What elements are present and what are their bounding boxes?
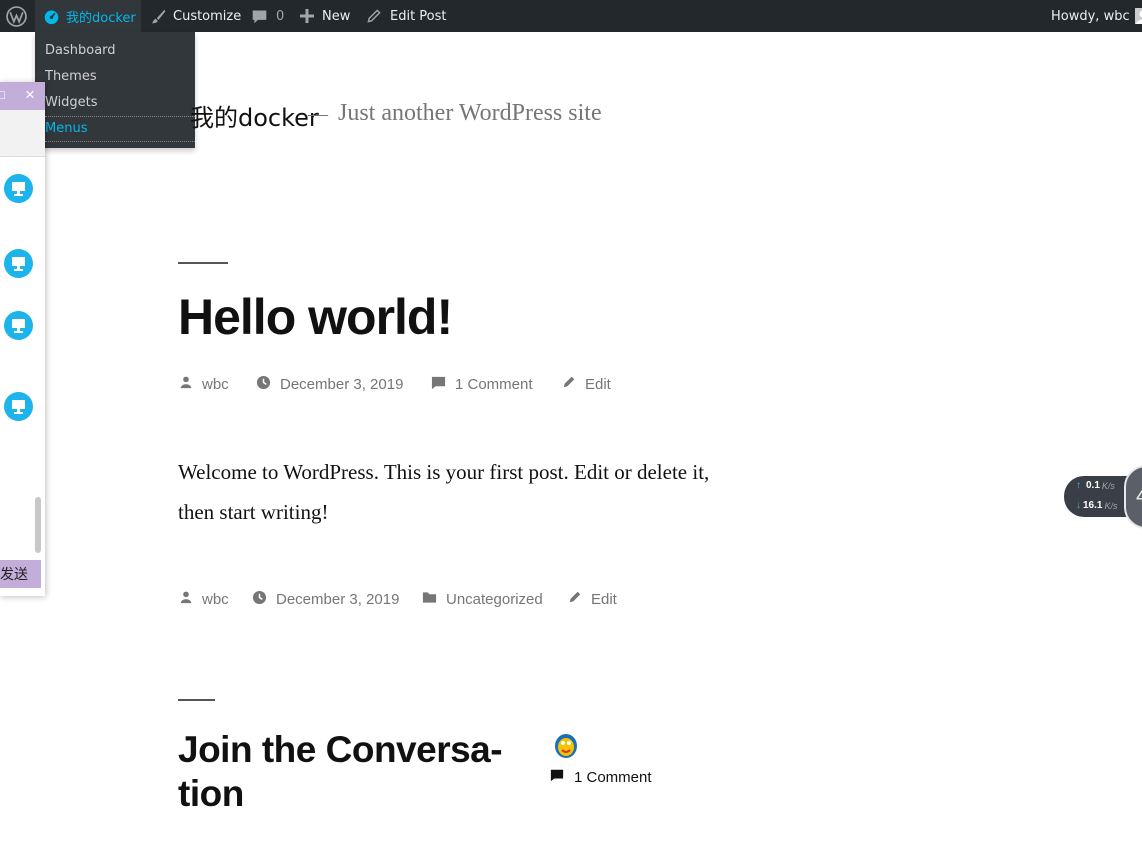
customize-link[interactable]: Customize [150, 0, 241, 32]
folder-icon [422, 590, 446, 608]
comment-icon [431, 375, 455, 394]
person-icon [179, 590, 202, 608]
edit-post-link[interactable]: Edit Post [366, 0, 447, 32]
submenu-item-themes[interactable]: Themes [45, 69, 97, 84]
chat-input-area[interactable] [0, 110, 45, 157]
footer-date[interactable]: December 3, 2019 [252, 590, 399, 609]
computer-icon[interactable] [4, 311, 33, 340]
download-speed-unit: K/s [1104, 500, 1118, 511]
footer-edit-text: Edit [591, 590, 617, 608]
submenu-divider [45, 141, 195, 142]
site-name-submenu: Dashboard Themes Widgets Menus [35, 32, 195, 148]
post-paragraph-line: then start writing! [178, 500, 329, 524]
comment-bubble-icon [251, 8, 268, 25]
speed-ball-label: 4 [1136, 483, 1142, 509]
post-date[interactable]: December 3, 2019 [256, 375, 403, 394]
comments-title: Join the Conversa- tion [178, 728, 518, 816]
post-edit-text: Edit [585, 375, 611, 393]
customize-label: Customize [173, 8, 242, 24]
site-tagline: Just another WordPress site [338, 100, 602, 126]
my-account-menu[interactable]: Howdy, wbc [1051, 0, 1142, 32]
download-speed-value: 16.1 [1083, 500, 1103, 511]
post-edit-link[interactable]: Edit [562, 375, 611, 393]
send-button[interactable]: 发送 [0, 560, 41, 588]
comments-divider [178, 699, 215, 701]
wordpress-logo-icon[interactable] [6, 0, 27, 32]
dashboard-gauge-icon [43, 8, 60, 25]
footer-author[interactable]: wbc [179, 590, 229, 608]
download-speed: ↓ 16.1 K/s [1076, 500, 1117, 511]
upload-speed-unit: K/s [1101, 480, 1115, 491]
site-description: — Just another WordPress site [308, 100, 602, 127]
post-author[interactable]: wbc [179, 375, 229, 393]
footer-date-text: December 3, 2019 [276, 591, 400, 608]
post-divider [178, 262, 228, 264]
footer-edit-link[interactable]: Edit [568, 590, 617, 608]
post-paragraph-line: Welcome to WordPress. This is your first… [178, 460, 710, 484]
post-comments-text: 1 Comment [455, 376, 533, 393]
new-label: New [322, 8, 351, 24]
submenu-item-dashboard[interactable]: Dashboard [45, 43, 116, 58]
submenu-item-menus[interactable]: Menus [45, 121, 87, 136]
comment-icon [550, 768, 564, 786]
clock-icon [252, 590, 276, 609]
comments-link[interactable]: 0 [251, 0, 284, 32]
comment-count-text: 1 Comment [574, 768, 652, 786]
computer-icon[interactable] [4, 392, 33, 421]
pencil-icon [568, 590, 591, 608]
chat-header: □ × [0, 82, 45, 110]
clock-icon [256, 375, 280, 394]
footer-author-name: wbc [202, 590, 229, 608]
upload-arrow-icon: ↑ [1076, 480, 1081, 491]
footer-category-text: Uncategorized [446, 590, 543, 608]
admin-bar: 我的docker Customize 0 New Edit Post Howdy… [0, 0, 1142, 32]
person-icon [179, 375, 202, 393]
upload-speed-value: 0.1 [1086, 480, 1100, 491]
comment-count: 1 Comment [550, 768, 652, 786]
pencil-icon [366, 8, 382, 24]
minimize-icon[interactable]: □ [0, 87, 5, 102]
post-author-name: wbc [202, 375, 229, 393]
computer-icon[interactable] [4, 174, 33, 203]
post-title[interactable]: Hello world! [178, 288, 453, 346]
post-comments-link[interactable]: 1 Comment [431, 375, 533, 394]
speed-ball[interactable]: 4 [1124, 465, 1142, 529]
download-arrow-icon: ↓ [1076, 500, 1081, 511]
computer-icon[interactable] [4, 249, 33, 278]
new-content-link[interactable]: New [300, 0, 350, 32]
site-name-label: 我的docker [66, 10, 136, 26]
close-icon[interactable]: × [25, 85, 35, 105]
user-avatar [1134, 8, 1142, 24]
submenu-item-widgets[interactable]: Widgets [45, 95, 98, 110]
site-name-menu[interactable]: 我的docker [35, 0, 141, 32]
plus-icon [300, 9, 314, 23]
paintbrush-icon [150, 8, 167, 25]
site-title[interactable]: 我的docker [190, 98, 319, 133]
pencil-icon [562, 375, 585, 393]
chat-widget: □ × 发送 [0, 82, 45, 596]
post-content: Welcome to WordPress. This is your first… [178, 452, 758, 532]
comments-title-line: tion [178, 773, 244, 814]
submenu-divider [45, 116, 195, 117]
comments-count: 0 [276, 8, 285, 24]
howdy-label: Howdy, wbc [1051, 8, 1130, 24]
post-date-text: December 3, 2019 [280, 376, 404, 393]
upload-speed: ↑ 0.1 K/s [1076, 480, 1115, 491]
commenter-avatar [552, 730, 580, 760]
chat-scrollbar[interactable] [35, 497, 41, 553]
footer-category[interactable]: Uncategorized [422, 590, 543, 608]
title-separator: — [308, 103, 328, 125]
edit-post-label: Edit Post [390, 8, 447, 24]
comments-title-line: Join the Conversa- [178, 729, 503, 770]
